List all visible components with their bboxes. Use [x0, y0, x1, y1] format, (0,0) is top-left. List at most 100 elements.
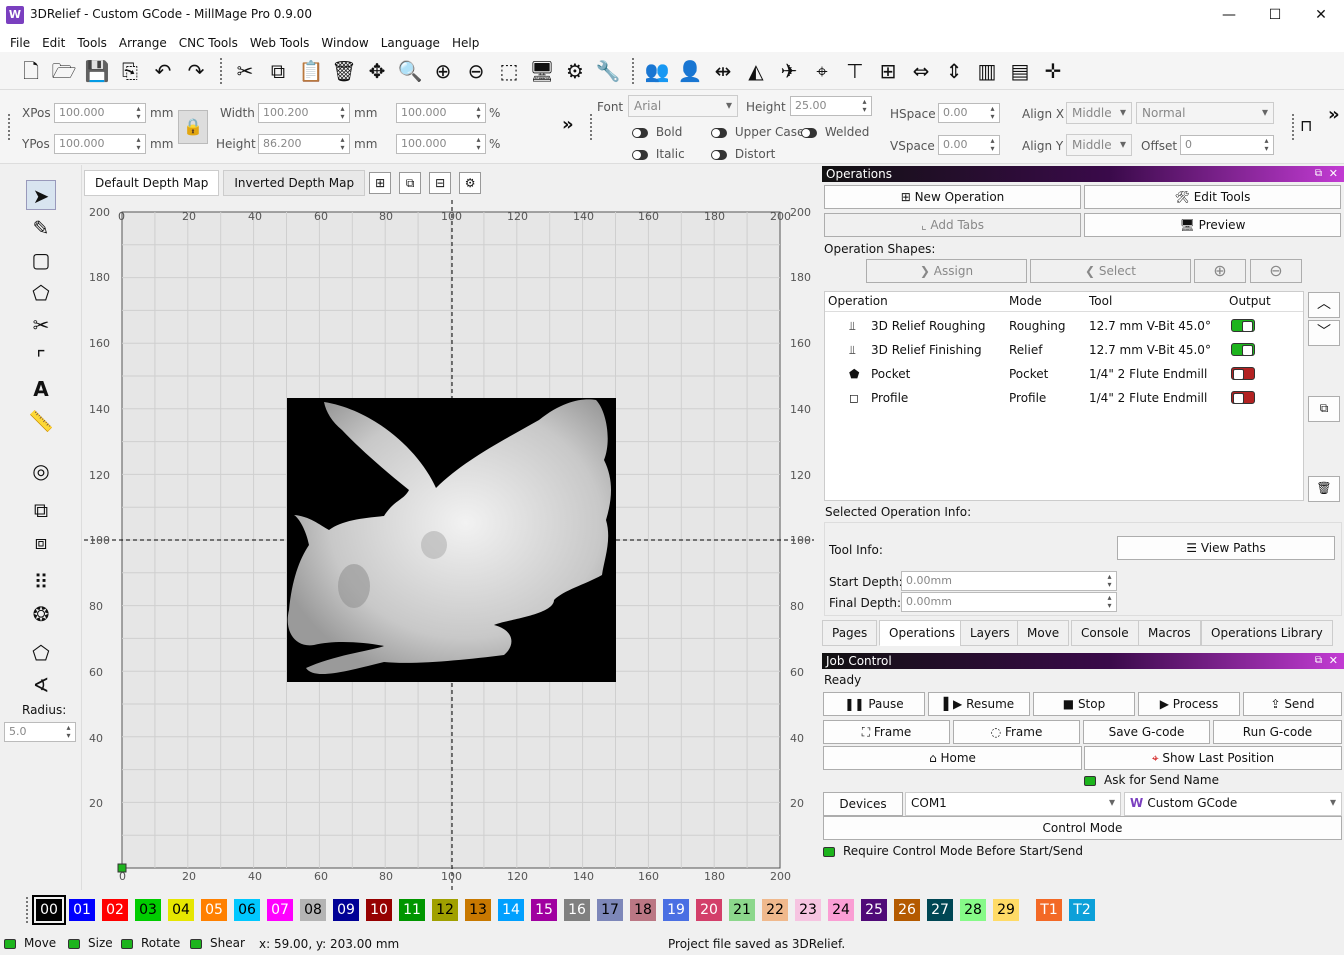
- space-horizontal-icon[interactable]: ▥: [972, 56, 1002, 86]
- menu-language[interactable]: Language: [375, 33, 446, 50]
- show-last-position-button[interactable]: ⌖ Show Last Position: [1084, 746, 1342, 770]
- italic-toggle[interactable]: Italic: [632, 147, 685, 161]
- color-swatch-t1[interactable]: T1: [1036, 899, 1062, 921]
- move-icon[interactable]: ✥: [362, 56, 392, 86]
- devices-button[interactable]: Devices: [823, 792, 903, 816]
- copy-icon[interactable]: ⧉: [263, 56, 293, 86]
- grid-array-icon[interactable]: ⠿: [26, 567, 56, 597]
- rotate-toggle[interactable]: Rotate: [121, 936, 180, 950]
- color-swatch-08[interactable]: 08: [300, 899, 326, 921]
- offset-input[interactable]: 0: [1180, 135, 1274, 155]
- delete-operation-icon[interactable]: 🗑: [1308, 476, 1340, 502]
- open-folder-icon[interactable]: 🗁: [49, 56, 79, 86]
- new-file-icon[interactable]: 🗋: [16, 56, 46, 86]
- font-select[interactable]: Arial: [628, 95, 738, 117]
- size-toggle[interactable]: Size: [68, 936, 113, 950]
- height-percent-input[interactable]: 100.000: [396, 134, 486, 154]
- move-toggle[interactable]: Move: [4, 936, 56, 950]
- tab-console[interactable]: Console: [1071, 620, 1139, 646]
- distort-toggle[interactable]: Distort: [711, 147, 775, 161]
- menu-file[interactable]: File: [4, 33, 36, 50]
- color-swatch-29[interactable]: 29: [993, 899, 1019, 921]
- undock-icon[interactable]: ⧉: [1315, 166, 1322, 182]
- col-tool[interactable]: Tool: [1089, 294, 1112, 308]
- delete-icon[interactable]: 🗑: [329, 56, 359, 86]
- offset-ring-icon[interactable]: ◎: [26, 456, 56, 486]
- menu-help[interactable]: Help: [446, 33, 485, 50]
- align-x-select[interactable]: Middle: [1066, 102, 1132, 124]
- preview-button[interactable]: 🖥 Preview: [1084, 213, 1341, 237]
- send-icon[interactable]: ✈: [774, 56, 804, 86]
- add-page-icon[interactable]: ⊞: [369, 172, 392, 194]
- color-swatch-15[interactable]: 15: [531, 899, 557, 921]
- width-input[interactable]: 100.200: [258, 103, 350, 123]
- color-swatch-14[interactable]: 14: [498, 899, 524, 921]
- color-swatch-11[interactable]: 11: [399, 899, 425, 921]
- add-tabs-button[interactable]: ⌞ Add Tabs: [824, 213, 1081, 237]
- color-swatch-19[interactable]: 19: [663, 899, 689, 921]
- require-control-toggle[interactable]: Require Control Mode Before Start/Send: [823, 844, 1083, 858]
- color-swatch-07[interactable]: 07: [267, 899, 293, 921]
- add-shape-icon[interactable]: ⊕: [1194, 259, 1246, 283]
- scissors-icon[interactable]: ✂: [26, 310, 56, 340]
- node-edit-icon[interactable]: ⬠: [26, 638, 56, 668]
- close-button[interactable]: ✕: [1298, 0, 1344, 30]
- col-operation[interactable]: Operation: [828, 294, 888, 308]
- snap-icon[interactable]: ✛: [1038, 56, 1068, 86]
- corner-frame-icon[interactable]: ⌜: [26, 343, 56, 373]
- color-swatch-24[interactable]: 24: [828, 899, 854, 921]
- undo-icon[interactable]: ↶: [148, 56, 178, 86]
- color-swatch-00[interactable]: 00: [32, 895, 66, 925]
- copy-operation-icon[interactable]: ⧉: [1308, 396, 1340, 422]
- distribute-vertical-icon[interactable]: ⇕: [939, 56, 969, 86]
- color-swatch-26[interactable]: 26: [894, 899, 920, 921]
- text-tool-icon[interactable]: A: [26, 374, 56, 404]
- ruler-icon[interactable]: 📏: [26, 406, 56, 436]
- tools-wrench-icon[interactable]: 🔧: [593, 56, 623, 86]
- menu-tools[interactable]: Tools: [71, 33, 113, 50]
- shear-toggle[interactable]: Shear: [190, 936, 245, 950]
- mirror-icon[interactable]: ◭: [741, 56, 771, 86]
- output-toggle[interactable]: [1231, 319, 1255, 332]
- color-swatch-t2[interactable]: T2: [1069, 899, 1095, 921]
- assign-button[interactable]: ❯ Assign: [866, 259, 1027, 283]
- tab-layers[interactable]: Layers: [960, 620, 1020, 646]
- tab-default-depth-map[interactable]: Default Depth Map: [84, 170, 220, 196]
- color-swatch-09[interactable]: 09: [333, 899, 359, 921]
- send-button[interactable]: ⇪ Send: [1243, 692, 1342, 716]
- tab-move[interactable]: Move: [1017, 620, 1070, 646]
- align-middle-icon[interactable]: ⊞: [873, 56, 903, 86]
- zoom-out-icon[interactable]: ⊖: [461, 56, 491, 86]
- new-operation-button[interactable]: ⊞ New Operation: [824, 185, 1081, 209]
- style-select[interactable]: Normal: [1136, 102, 1274, 124]
- panel-close-icon[interactable]: ✕: [1329, 653, 1338, 669]
- cut-icon[interactable]: ✂: [230, 56, 260, 86]
- frame-circle-button[interactable]: ◌ Frame: [953, 720, 1080, 744]
- menu-arrange[interactable]: Arrange: [113, 33, 173, 50]
- process-button[interactable]: ▶ Process: [1138, 692, 1240, 716]
- crosshair-icon[interactable]: ⌖: [807, 56, 837, 86]
- angle-tool-icon[interactable]: ∢: [26, 670, 56, 700]
- minimize-button[interactable]: —: [1206, 0, 1252, 30]
- color-swatch-18[interactable]: 18: [630, 899, 656, 921]
- color-swatch-02[interactable]: 02: [102, 899, 128, 921]
- menu-window[interactable]: Window: [315, 33, 374, 50]
- remove-shape-icon[interactable]: ⊖: [1250, 259, 1302, 283]
- color-swatch-27[interactable]: 27: [927, 899, 953, 921]
- pen-icon[interactable]: ✎: [26, 213, 56, 243]
- color-swatch-01[interactable]: 01: [69, 899, 95, 921]
- table-row[interactable]: ⫫ 3D Relief Roughing Roughing 12.7 mm V-…: [825, 314, 1303, 338]
- move-up-chevron-icon[interactable]: ︿: [1308, 292, 1340, 318]
- rotary-icon[interactable]: ⊓: [1300, 116, 1312, 135]
- tab-inverted-depth-map[interactable]: Inverted Depth Map: [223, 170, 366, 196]
- bold-toggle[interactable]: Bold: [632, 125, 682, 139]
- stop-button[interactable]: ■ Stop: [1033, 692, 1135, 716]
- welded-toggle[interactable]: Welded: [801, 125, 869, 139]
- group-icon[interactable]: 👥: [642, 56, 672, 86]
- font-height-input[interactable]: 25.00: [790, 96, 872, 116]
- polygon-icon[interactable]: ⬠: [26, 278, 56, 308]
- color-swatch-04[interactable]: 04: [168, 899, 194, 921]
- table-row[interactable]: ⫫ 3D Relief Finishing Relief 12.7 mm V-B…: [825, 338, 1303, 362]
- frame-button[interactable]: ⛶ Frame: [823, 720, 950, 744]
- more-chevron-icon[interactable]: »: [562, 114, 574, 135]
